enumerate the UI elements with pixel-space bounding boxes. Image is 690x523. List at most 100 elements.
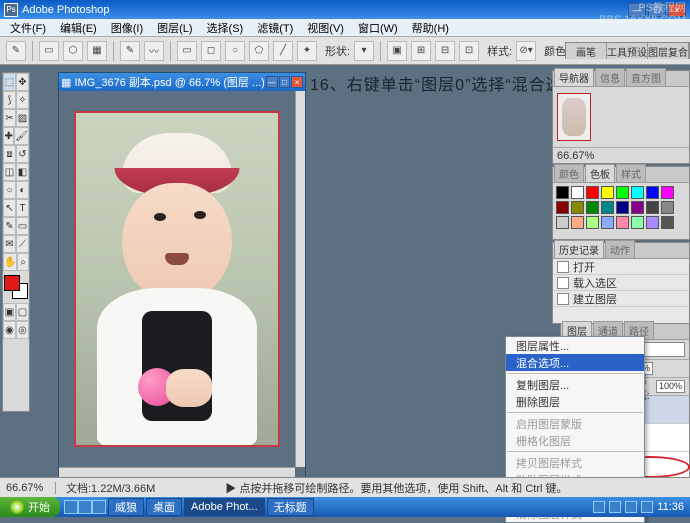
swatch[interactable] [616,186,629,199]
tab-histogram[interactable]: 直方图 [626,68,666,86]
style-picker[interactable]: ⊘▾ [516,41,536,61]
taskbar-item[interactable]: 无标题 [267,498,314,516]
eraser-tool[interactable]: ◫ [3,163,16,181]
start-button[interactable]: 开始 [0,497,60,517]
type-tool[interactable]: T [16,199,29,217]
hand-tool[interactable]: ✋ [3,253,17,271]
quicklaunch-icon[interactable] [64,500,78,514]
tab-color[interactable]: 颜色 [554,164,584,182]
swatch[interactable] [556,201,569,214]
swatch[interactable] [631,186,644,199]
lasso-tool[interactable]: ⟆ [3,91,16,109]
status-docsize[interactable]: 文档:1.22M/3.66M [66,480,155,496]
swatch[interactable] [571,216,584,229]
tray-icon[interactable] [641,501,653,513]
custom-shape-icon[interactable]: ✦ [297,41,317,61]
history-brush-tool[interactable]: ↺ [16,145,29,163]
menu-view[interactable]: 视图(V) [301,19,350,37]
quicklaunch-icon-3[interactable] [92,500,106,514]
taskbar-item[interactable]: Adobe Phot... [184,498,265,516]
swatch[interactable] [646,216,659,229]
context-menu-item[interactable]: 复制图层... [506,376,644,393]
swatch[interactable] [571,186,584,199]
path-sub-icon[interactable]: ⊟ [435,41,455,61]
history-item[interactable]: 载入选区 [553,275,689,291]
status-zoom[interactable]: 66.67% [6,482,56,494]
doc-close-button[interactable]: × [291,76,303,88]
heal-tool[interactable]: ✚ [3,127,14,145]
stamp-tool[interactable]: ⧈ [3,145,16,163]
swatch[interactable] [586,201,599,214]
fill-pixels-icon[interactable]: ▦ [87,41,107,61]
doc-max-button[interactable]: □ [279,76,291,88]
tab-swatches[interactable]: 色板 [585,164,615,182]
swatch[interactable] [556,216,569,229]
fill-input[interactable]: 100% [656,380,685,393]
menu-select[interactable]: 选择(S) [201,19,250,37]
context-menu-item[interactable]: 删除图层 [506,393,644,410]
notes-tool[interactable]: ✉ [3,235,16,253]
round-rect-icon[interactable]: ◻ [201,41,221,61]
history-item[interactable]: 打开 [553,259,689,275]
document-canvas[interactable] [59,91,295,467]
history-item[interactable]: 建立图层 [553,291,689,307]
screen-mode-std[interactable]: ▣ [3,303,16,321]
rect-shape-icon[interactable]: ▭ [177,41,197,61]
swatch[interactable] [631,201,644,214]
color-wells[interactable] [4,275,28,299]
tray-icon[interactable] [593,501,605,513]
swatch[interactable] [646,201,659,214]
move-tool[interactable]: ✥ [16,73,29,91]
paths-icon[interactable]: ⬡ [63,41,83,61]
menu-help[interactable]: 帮助(H) [406,19,455,37]
path-int-icon[interactable]: ⊡ [459,41,479,61]
context-menu-item[interactable]: 图层属性... [506,337,644,354]
polygon-icon[interactable]: ⬠ [249,41,269,61]
navigator-zoom[interactable]: 66.67% [557,150,594,162]
context-menu-item[interactable]: 混合选项... [506,354,644,371]
tab-info[interactable]: 信息 [595,68,625,86]
tab-history[interactable]: 历史记录 [554,240,604,258]
tray-icon[interactable] [609,501,621,513]
freeform-pen-icon[interactable]: 〰 [144,41,164,61]
pen-icon[interactable]: ✎ [120,41,140,61]
taskbar-item[interactable]: 威狼 [108,498,144,516]
tab-navigator[interactable]: 导航器 [554,68,594,86]
crop-tool[interactable]: ✂ [3,109,16,127]
navigator-thumbnail[interactable] [557,93,591,141]
swatch[interactable] [661,201,674,214]
slice-tool[interactable]: ▨ [16,109,29,127]
menu-image[interactable]: 图像(I) [105,19,149,37]
menu-edit[interactable]: 编辑(E) [54,19,103,37]
swatch[interactable] [586,186,599,199]
menu-filter[interactable]: 滤镜(T) [251,19,299,37]
wand-tool[interactable]: ✧ [16,91,29,109]
dodge-tool[interactable]: ◐ [16,181,29,199]
pen-tool-preset-icon[interactable]: ✎ [6,41,26,61]
shape-picker[interactable]: ▾ [354,41,374,61]
tab-actions[interactable]: 动作 [605,240,635,258]
tray-icon[interactable] [625,501,637,513]
doc-min-button[interactable]: — [266,76,278,88]
taskbar-item[interactable]: 桌面 [146,498,182,516]
swatch[interactable] [646,186,659,199]
ellipse-icon[interactable]: ○ [225,41,245,61]
blur-tool[interactable]: ○ [3,181,16,199]
eyedropper-tool[interactable]: ⟋ [16,235,29,253]
tab-brush[interactable]: 画笔 [566,43,607,59]
brush-tool[interactable]: 🖌 [14,127,29,145]
menu-window[interactable]: 窗口(W) [352,19,404,37]
tab-styles[interactable]: 样式 [616,164,646,182]
quick-mask-icon[interactable]: ◉ [3,321,16,339]
shape-tool[interactable]: ▭ [16,217,29,235]
clock[interactable]: 11:36 [657,501,684,513]
path-select-tool[interactable]: ↖ [3,199,16,217]
swatch[interactable] [661,216,674,229]
swatch[interactable] [601,216,614,229]
swatch[interactable] [616,216,629,229]
edit-mode-icon[interactable]: ◎ [16,321,29,339]
swatch[interactable] [556,186,569,199]
menu-layer[interactable]: 图层(L) [151,19,198,37]
marquee-tool[interactable]: ⬚ [3,73,16,91]
tab-layer-comps[interactable]: 图层复合 [648,43,689,59]
